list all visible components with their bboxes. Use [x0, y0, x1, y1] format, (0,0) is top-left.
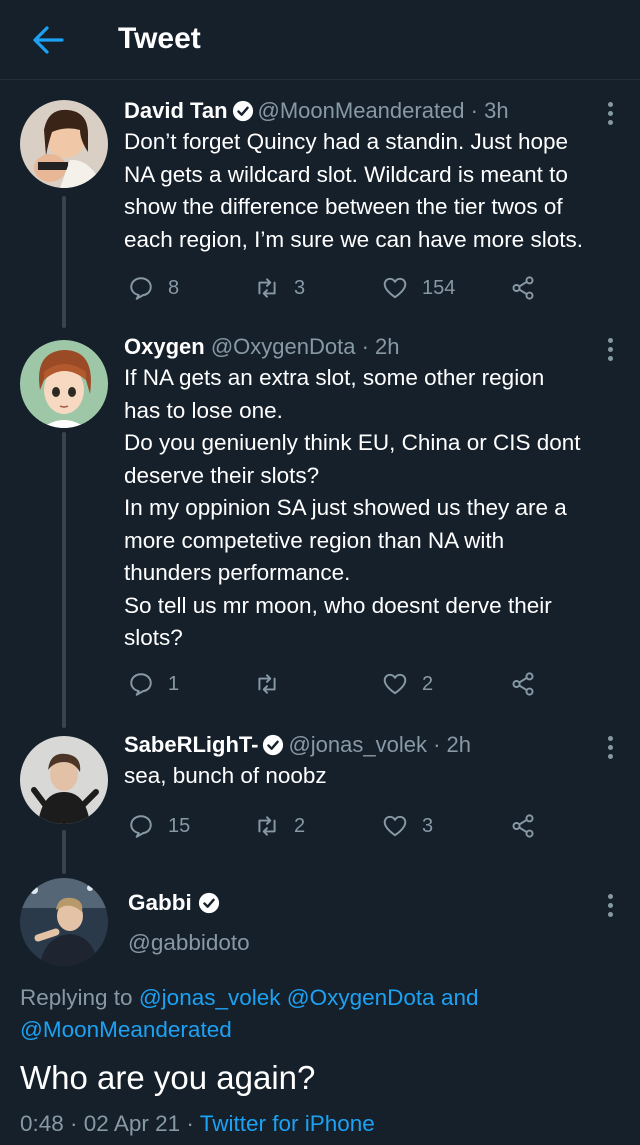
tweet-actions: 8 3 154: [124, 272, 564, 304]
share-icon: [512, 814, 534, 838]
reply-bubble-icon: [130, 277, 152, 300]
reply-count: 15: [168, 814, 191, 837]
reply-count: 8: [168, 276, 180, 299]
heart-icon: [383, 277, 407, 299]
replying-to: Replying to @jonas_volek @OxygenDota and…: [20, 982, 620, 1046]
tweet-actions: 15 2 3: [124, 810, 564, 842]
user-handle[interactable]: @gabbidoto: [128, 928, 250, 958]
tweet-header: SabeRLighT- @jonas_volek · 2h: [124, 730, 610, 760]
tweet-actions: 1 2: [124, 668, 564, 700]
retweet-button[interactable]: [254, 668, 294, 700]
heart-icon: [383, 673, 407, 695]
tweet-time[interactable]: 3h: [484, 98, 508, 123]
display-name[interactable]: SabeRLighT-: [124, 732, 258, 757]
reply-bubble-icon: [130, 673, 152, 696]
retweet-button[interactable]: 3: [254, 272, 305, 304]
thread-tweet[interactable]: SabeRLighT- @jonas_volek · 2h sea, bunch …: [0, 730, 640, 856]
user-handle[interactable]: @OxygenDota: [211, 334, 356, 359]
reply-count: 1: [168, 672, 180, 695]
avatar[interactable]: [20, 878, 108, 966]
retweet-icon: [258, 674, 276, 694]
mention-link[interactable]: @MoonMeanderated: [20, 1017, 232, 1042]
like-count: 2: [422, 672, 434, 695]
tweet-text: Don’t forget Quincy had a standin. Just …: [124, 129, 583, 252]
tweet-text: If NA gets an extra slot, some other reg…: [124, 365, 581, 650]
like-button[interactable]: 3: [382, 810, 433, 842]
tweet-text: sea, bunch of noobz: [124, 763, 327, 788]
more-options-button[interactable]: [606, 894, 614, 924]
like-count: 154: [422, 276, 456, 299]
tweet-meta: 0:48 · 02 Apr 21 · Twitter for iPhone: [20, 1111, 375, 1136]
mention-link: and: [440, 985, 479, 1010]
retweet-count: 3: [294, 276, 306, 299]
more-options-button[interactable]: [606, 736, 614, 766]
avatar[interactable]: [20, 100, 108, 188]
thread-tweet[interactable]: David Tan @MoonMeanderated · 3h Don’t for…: [0, 96, 640, 320]
separator-dot: ·: [355, 334, 376, 359]
arrow-left-icon: [33, 26, 64, 54]
display-name[interactable]: David Tan: [124, 98, 228, 123]
share-button[interactable]: [510, 810, 536, 842]
verified-badge-icon: [232, 100, 253, 122]
retweet-button[interactable]: 2: [254, 810, 305, 842]
share-icon: [512, 672, 534, 696]
like-count: 3: [422, 814, 434, 837]
tweet-date: 02 Apr 21: [83, 1111, 181, 1136]
retweet-icon: [258, 816, 276, 836]
separator-dot: ·: [426, 732, 447, 757]
user-handle[interactable]: @jonas_volek: [288, 732, 427, 757]
thread-tweet[interactable]: Oxygen @OxygenDota · 2h If NA gets an ex…: [0, 332, 640, 722]
replying-label: Replying to: [20, 985, 133, 1010]
tweet-text: Who are you again?: [20, 1059, 316, 1096]
reply-button[interactable]: 15: [128, 810, 190, 842]
like-button[interactable]: 154: [382, 272, 455, 304]
avatar[interactable]: [20, 736, 108, 824]
tweet-time[interactable]: 2h: [447, 732, 471, 757]
heart-icon: [383, 815, 407, 837]
reply-button[interactable]: 1: [128, 668, 179, 700]
reply-button[interactable]: 8: [128, 272, 179, 304]
reply-bubble-icon: [130, 815, 152, 838]
separator-dot: ·: [464, 98, 485, 123]
retweet-icon: [258, 278, 276, 298]
verified-badge-icon: [263, 734, 284, 756]
mention-link[interactable]: @OxygenDota: [287, 985, 435, 1010]
tweet-header: David Tan @MoonMeanderated · 3h: [124, 96, 610, 126]
display-name[interactable]: Gabbi: [128, 890, 192, 915]
display-name[interactable]: Oxygen: [124, 334, 205, 359]
like-button[interactable]: 2: [382, 668, 433, 700]
more-options-button[interactable]: [606, 338, 614, 368]
tweet-source[interactable]: Twitter for iPhone: [200, 1111, 375, 1136]
verified-badge-icon: [198, 892, 219, 914]
more-options-button[interactable]: [606, 102, 614, 132]
tweet-time[interactable]: 2h: [375, 334, 399, 359]
retweet-count: 2: [294, 814, 306, 837]
page-title: Tweet: [118, 22, 201, 55]
avatar[interactable]: [20, 340, 108, 428]
user-handle[interactable]: @MoonMeanderated: [258, 98, 465, 123]
author-name-row: Gabbi: [128, 888, 224, 918]
back-button[interactable]: [28, 22, 68, 58]
share-button[interactable]: [510, 668, 536, 700]
tweet-header: Oxygen @OxygenDota · 2h: [124, 332, 610, 362]
tweet-time: 0:48: [20, 1111, 64, 1136]
mention-link[interactable]: @jonas_volek: [139, 985, 281, 1010]
share-icon: [512, 276, 534, 300]
share-button[interactable]: [510, 272, 536, 304]
top-bar: Tweet: [0, 0, 640, 80]
